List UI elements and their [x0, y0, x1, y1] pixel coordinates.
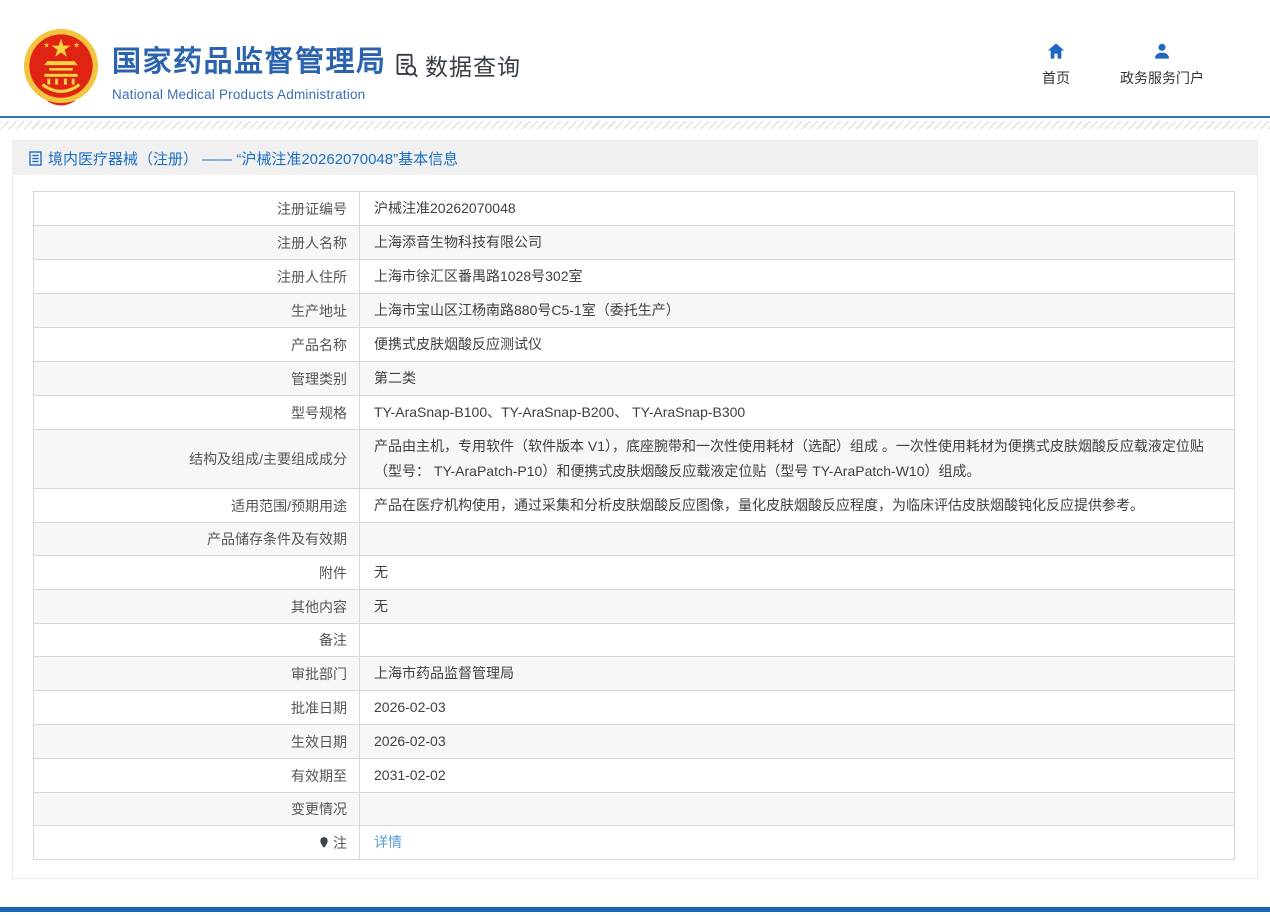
table-row: 产品名称便携式皮肤烟酸反应测试仪: [34, 327, 1234, 361]
brand-subtitle: National Medical Products Administration: [112, 87, 387, 102]
row-value: 2026-02-03: [360, 725, 1234, 758]
row-label: 有效期至: [34, 759, 360, 792]
row-value: 上海市徐汇区番禺路1028号302室: [360, 260, 1234, 293]
row-label: 备注: [34, 624, 360, 656]
table-row: 批准日期2026-02-03: [34, 690, 1234, 724]
row-value: 产品由主机，专用软件（软件版本 V1），底座腕带和一次性使用耗材（选配）组成 。…: [360, 430, 1234, 488]
info-table: 注册证编号沪械注准20262070048注册人名称上海添音生物科技有限公司注册人…: [33, 191, 1235, 860]
row-value: 详情: [360, 826, 1234, 859]
row-label: 结构及组成/主要组成成分: [34, 430, 360, 488]
row-value: TY-AraSnap-B100、TY-AraSnap-B200、 TY-AraS…: [360, 396, 1234, 429]
row-value: 上海市药品监督管理局: [360, 657, 1234, 690]
row-label: 产品储存条件及有效期: [34, 523, 360, 555]
brand-title: 国家药品监督管理局: [112, 38, 387, 80]
row-label: 适用范围/预期用途: [34, 489, 360, 522]
table-row: 生产地址上海市宝山区江杨南路880号C5-1室（委托生产）: [34, 293, 1234, 327]
table-row: 变更情况: [34, 792, 1234, 825]
row-label: 注: [34, 826, 360, 859]
row-value: 沪械注准20262070048: [360, 192, 1234, 225]
row-value: 2026-02-03: [360, 691, 1234, 724]
table-row: 注册人名称上海添音生物科技有限公司: [34, 225, 1234, 259]
national-emblem-icon: [22, 28, 100, 108]
table-row: 注详情: [34, 825, 1234, 859]
table-row: 备注: [34, 623, 1234, 656]
hatched-divider: [0, 121, 1270, 129]
row-label: 批准日期: [34, 691, 360, 724]
row-label: 注册证编号: [34, 192, 360, 225]
row-value: [360, 624, 1234, 656]
row-label: 注册人名称: [34, 226, 360, 259]
content-panel: 境内医疗器械（注册） —— “沪械注准20262070048”基本信息 注册证编…: [12, 140, 1258, 879]
row-value: 无: [360, 590, 1234, 623]
table-row: 注册人住所上海市徐汇区番禺路1028号302室: [34, 259, 1234, 293]
user-icon: [1152, 42, 1172, 61]
header-nav: 首页 政务服务门户: [1042, 42, 1204, 88]
nav-home-label: 首页: [1042, 68, 1070, 88]
table-row: 生效日期2026-02-03: [34, 724, 1234, 758]
row-label: 变更情况: [34, 793, 360, 825]
row-label: 生产地址: [34, 294, 360, 327]
table-row: 注册证编号沪械注准20262070048: [34, 192, 1234, 225]
table-row: 结构及组成/主要组成成分产品由主机，专用软件（软件版本 V1），底座腕带和一次性…: [34, 429, 1234, 488]
table-row: 产品储存条件及有效期: [34, 522, 1234, 555]
page-title: 境内医疗器械（注册） —— “沪械注准20262070048”基本信息: [48, 148, 458, 169]
doc-search-icon: [393, 52, 420, 79]
row-value: [360, 793, 1234, 825]
table-row: 附件无: [34, 555, 1234, 589]
brand-logo[interactable]: 国家药品监督管理局 National Medical Products Admi…: [112, 38, 387, 102]
pin-icon: [318, 836, 330, 849]
row-value: 产品在医疗机构使用，通过采集和分析皮肤烟酸反应图像，量化皮肤烟酸反应程度，为临床…: [360, 489, 1234, 522]
table-row: 适用范围/预期用途产品在医疗机构使用，通过采集和分析皮肤烟酸反应图像，量化皮肤烟…: [34, 488, 1234, 522]
row-value: 上海添音生物科技有限公司: [360, 226, 1234, 259]
row-value: 2031-02-02: [360, 759, 1234, 792]
home-icon: [1046, 42, 1066, 61]
row-label: 附件: [34, 556, 360, 589]
document-icon: [29, 151, 42, 166]
row-label: 审批部门: [34, 657, 360, 690]
row-value: 便携式皮肤烟酸反应测试仪: [360, 328, 1234, 361]
row-value: 无: [360, 556, 1234, 589]
page-title-bar: 境内医疗器械（注册） —— “沪械注准20262070048”基本信息: [13, 141, 1257, 175]
data-query-section[interactable]: 数据查询: [393, 48, 521, 82]
row-label: 生效日期: [34, 725, 360, 758]
row-label: 其他内容: [34, 590, 360, 623]
row-value: 上海市宝山区江杨南路880号C5-1室（委托生产）: [360, 294, 1234, 327]
table-row: 有效期至2031-02-02: [34, 758, 1234, 792]
nav-item-home[interactable]: 首页: [1042, 42, 1070, 88]
footer-accent-bar: [0, 907, 1270, 912]
table-row: 型号规格TY-AraSnap-B100、TY-AraSnap-B200、 TY-…: [34, 395, 1234, 429]
row-label: 产品名称: [34, 328, 360, 361]
row-label: 型号规格: [34, 396, 360, 429]
nav-gov-portal-label: 政务服务门户: [1120, 68, 1204, 88]
row-value: 第二类: [360, 362, 1234, 395]
detail-link[interactable]: 详情: [374, 830, 402, 855]
site-header: 国家药品监督管理局 National Medical Products Admi…: [0, 0, 1270, 118]
nav-item-gov-portal[interactable]: 政务服务门户: [1120, 42, 1204, 88]
table-row: 审批部门上海市药品监督管理局: [34, 656, 1234, 690]
row-label: 管理类别: [34, 362, 360, 395]
row-label: 注册人住所: [34, 260, 360, 293]
table-row: 管理类别第二类: [34, 361, 1234, 395]
data-query-label: 数据查询: [425, 48, 521, 82]
row-value: [360, 523, 1234, 555]
table-row: 其他内容无: [34, 589, 1234, 623]
